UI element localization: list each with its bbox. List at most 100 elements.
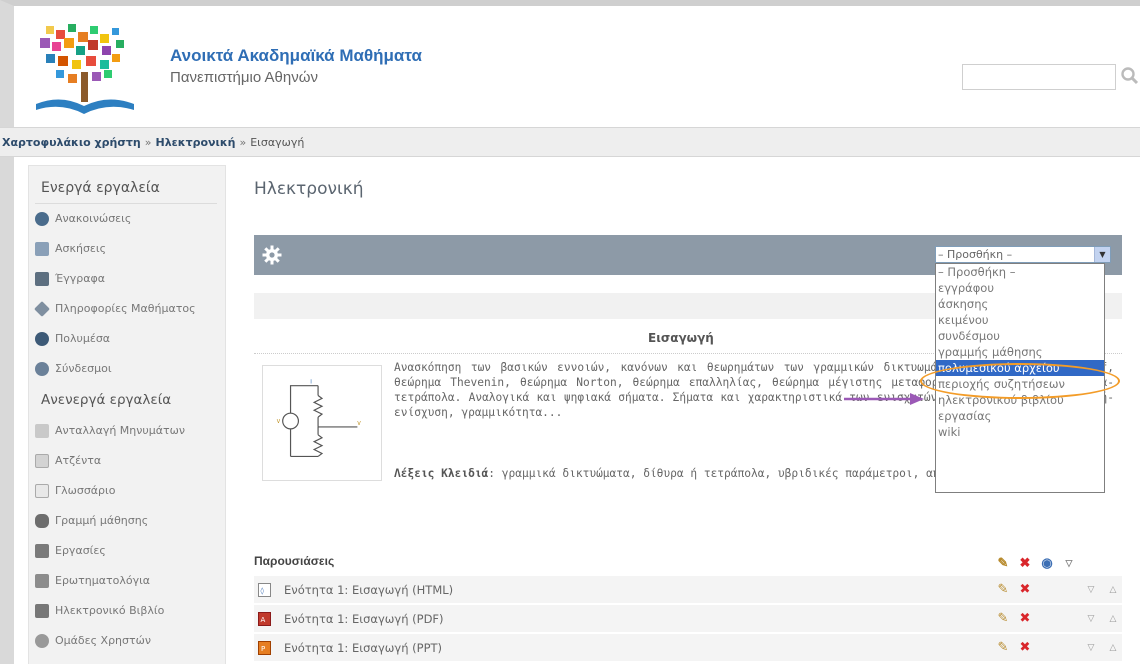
resource-label[interactable]: Ενότητα 1: Εισαγωγή (PPT) — [284, 634, 442, 662]
sidebar-item-glossary[interactable]: Γλωσσάριο — [29, 476, 225, 506]
svg-text:◊: ◊ — [261, 587, 265, 595]
move-up-icon[interactable]: △ — [1106, 641, 1120, 655]
add-resource-select[interactable]: – Προσθήκη – ▼ — [935, 246, 1111, 263]
resources-heading: Παρουσιάσεις ✎ ✖ ◉ ▽ — [254, 549, 1122, 573]
course-info-icon — [34, 301, 50, 317]
assignments-icon — [35, 544, 49, 558]
site-logo[interactable] — [26, 24, 146, 124]
resource-label[interactable]: Ενότητα 1: Εισαγωγή (HTML) — [284, 576, 453, 604]
resource-row[interactable]: ◊ Ενότητα 1: Εισαγωγή (HTML) ✎ ✖ ▽ △ — [254, 575, 1122, 603]
dropdown-option[interactable]: συνδέσμου — [936, 328, 1104, 344]
circuit-diagram-image: i V V — [262, 365, 382, 481]
questionnaires-icon — [35, 574, 49, 588]
svg-text:A: A — [261, 616, 266, 624]
resource-row[interactable]: A Ενότητα 1: Εισαγωγή (PDF) ✎ ✖ ▽ △ — [254, 604, 1122, 632]
sidebar-item-label: Έγγραφα — [55, 272, 105, 285]
multimedia-icon — [35, 332, 49, 346]
dropdown-option[interactable]: άσκησης — [936, 296, 1104, 312]
glossary-icon — [35, 484, 49, 498]
sidebar-item-agenda[interactable]: Ατζέντα — [29, 446, 225, 476]
section-title: Εισαγωγή — [648, 331, 714, 345]
sidebar-item-assignments[interactable]: Εργασίες — [29, 536, 225, 566]
resource-row[interactable]: P Ενότητα 1: Εισαγωγή (PPT) ✎ ✖ ▽ △ — [254, 633, 1122, 661]
sidebar-item-label: Γραμμή μάθησης — [55, 514, 149, 527]
sidebar-inactive-heading: Ανενεργά εργαλεία — [41, 392, 172, 408]
exercises-icon — [35, 242, 49, 256]
dropdown-option[interactable]: γραμμής μάθησης — [936, 344, 1104, 360]
sidebar-item-user-groups[interactable]: Ομάδες Χρηστών — [29, 626, 225, 656]
sidebar-item-label: Πληροφορίες Μαθήματος — [55, 302, 196, 315]
sidebar-item-multimedia[interactable]: Πολυμέσα — [29, 324, 225, 354]
breadcrumb-course[interactable]: Ηλεκτρονική — [155, 136, 235, 149]
highlight-annotation — [920, 363, 1120, 399]
sidebar-item-exercises[interactable]: Ασκήσεις — [29, 234, 225, 264]
sidebar-item-label: Ηλεκτρονικό Βιβλίο — [55, 604, 165, 617]
gear-icon[interactable] — [262, 245, 282, 265]
site-header: Ανοικτά Ακαδημαϊκά Μαθήματα Πανεπιστήμιο… — [14, 6, 1140, 126]
sidebar-item-learning-path[interactable]: Γραμμή μάθησης — [29, 506, 225, 536]
move-up-icon[interactable]: △ — [1106, 612, 1120, 626]
move-up-icon[interactable]: △ — [1106, 583, 1120, 597]
announcements-icon — [35, 212, 49, 226]
move-down-icon[interactable]: ▽ — [1084, 641, 1098, 655]
sidebar: Ενεργά εργαλεία Ανακοινώσεις Ασκήσεις Έγ… — [28, 165, 226, 664]
dropdown-option[interactable]: wiki — [936, 424, 1104, 440]
sidebar-item-documents[interactable]: Έγγραφα — [29, 264, 225, 294]
site-title[interactable]: Ανοικτά Ακαδημαϊκά Μαθήματα — [170, 46, 422, 66]
page-title: Ηλεκτρονική — [254, 179, 364, 199]
breadcrumb-current: Εισαγωγή — [250, 136, 305, 149]
ebook-icon — [35, 604, 49, 618]
sidebar-item-messages[interactable]: Ανταλλαγή Μηνυμάτων — [29, 416, 225, 446]
delete-icon[interactable]: ✖ — [1018, 641, 1032, 655]
edit-icon[interactable]: ✎ — [996, 612, 1010, 626]
site-subtitle: Πανεπιστήμιο Αθηνών — [170, 69, 318, 86]
add-resource-selected: – Προσθήκη – — [938, 248, 1013, 261]
chevron-down-icon[interactable]: ▼ — [1094, 247, 1110, 262]
resource-label[interactable]: Ενότητα 1: Εισαγωγή (PDF) — [284, 605, 444, 633]
sidebar-item-course-info[interactable]: Πληροφορίες Μαθήματος — [29, 294, 225, 324]
edit-icon[interactable]: ✎ — [996, 641, 1010, 655]
sidebar-item-label: Εργασίες — [55, 544, 106, 557]
dropdown-option[interactable]: εργασίας — [936, 408, 1104, 424]
sidebar-item-label: Ανακοινώσεις — [55, 212, 132, 225]
sidebar-item-questionnaires[interactable]: Ερωτηματολόγια — [29, 566, 225, 596]
dropdown-option[interactable]: κειμένου — [936, 312, 1104, 328]
svg-text:V: V — [277, 419, 281, 425]
keywords-label: Λέξεις Κλειδιά — [394, 467, 489, 480]
learning-path-icon — [35, 514, 49, 528]
visibility-icon[interactable]: ◉ — [1040, 556, 1054, 570]
dropdown-option[interactable]: εγγράφου — [936, 280, 1104, 296]
chevron-down-icon[interactable]: ▽ — [1062, 556, 1076, 570]
sidebar-item-label: Γλωσσάριο — [55, 484, 116, 497]
svg-text:i: i — [310, 380, 312, 386]
sidebar-item-announcements[interactable]: Ανακοινώσεις — [29, 204, 225, 234]
sidebar-item-label: Ασκήσεις — [55, 242, 107, 255]
edit-icon[interactable]: ✎ — [996, 556, 1010, 570]
breadcrumb-portfolio[interactable]: Χαρτοφυλάκιο χρήστη — [2, 136, 141, 149]
sidebar-item-ebook[interactable]: Ηλεκτρονικό Βιβλίο — [29, 596, 225, 626]
sidebar-active-heading: Ενεργά εργαλεία — [35, 172, 217, 204]
sidebar-item-links[interactable]: Σύνδεσμοι — [29, 354, 225, 384]
search-icon[interactable] — [1120, 66, 1140, 86]
delete-icon[interactable]: ✖ — [1018, 612, 1032, 626]
delete-icon[interactable]: ✖ — [1018, 556, 1032, 570]
search-input[interactable] — [962, 64, 1116, 90]
sidebar-item-label: Ομάδες Χρηστών — [55, 634, 151, 647]
links-icon — [35, 362, 49, 376]
svg-text:V: V — [357, 421, 361, 427]
pointer-arrow — [844, 393, 924, 405]
move-down-icon[interactable]: ▽ — [1084, 612, 1098, 626]
edit-icon[interactable]: ✎ — [996, 583, 1010, 597]
resources-heading-label: Παρουσιάσεις — [254, 554, 335, 568]
documents-icon — [35, 272, 49, 286]
breadcrumb: Χαρτοφυλάκιο χρήστη» Ηλεκτρονική» Εισαγωγή — [0, 127, 1140, 157]
move-down-icon[interactable]: ▽ — [1084, 583, 1098, 597]
html-file-icon: ◊ — [258, 583, 271, 597]
dropdown-option[interactable]: – Προσθήκη – — [936, 264, 1104, 280]
user-groups-icon — [35, 634, 49, 648]
agenda-icon — [35, 454, 49, 468]
pdf-file-icon: A — [258, 612, 271, 626]
main-content: Ηλεκτρονική Εισαγωγή i V V Ανασκόπηση τω… — [238, 165, 1140, 664]
sidebar-item-label: Σύνδεσμοι — [55, 362, 112, 375]
delete-icon[interactable]: ✖ — [1018, 583, 1032, 597]
